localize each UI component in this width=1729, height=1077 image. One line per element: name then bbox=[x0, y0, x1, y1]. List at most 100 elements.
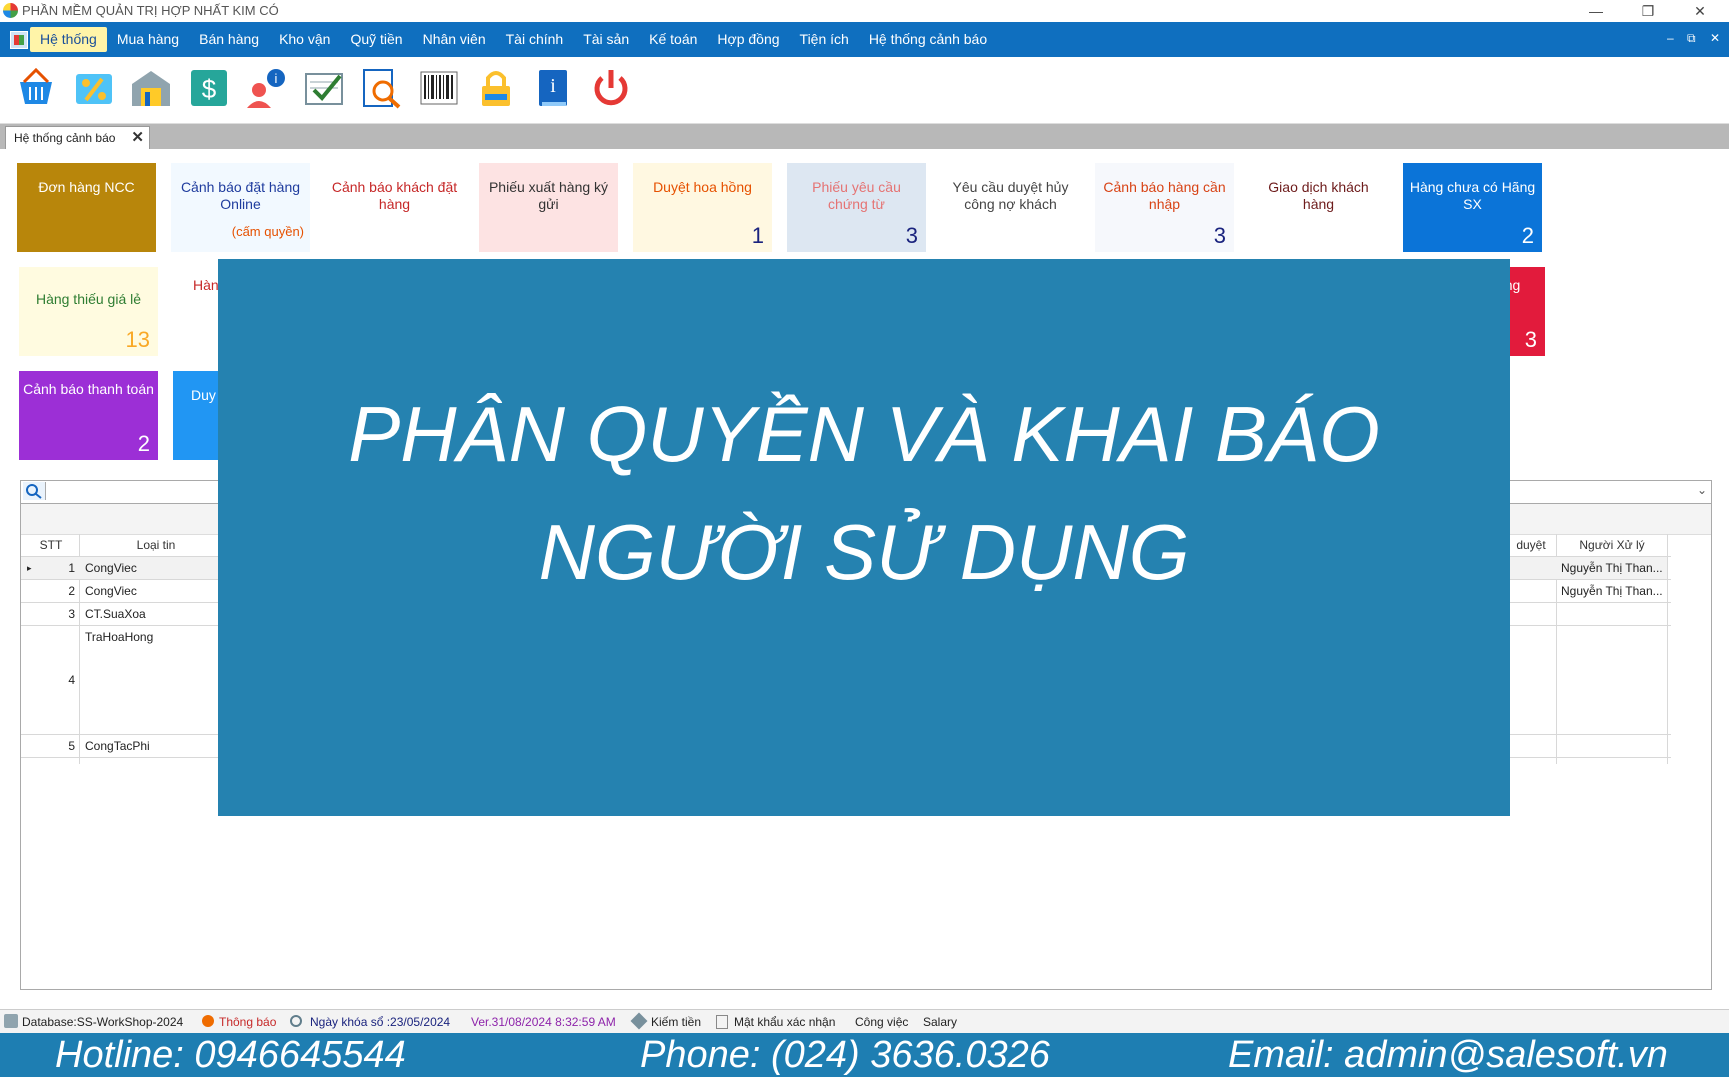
tile-note: (cấm quyền) bbox=[231, 224, 304, 239]
tile-canh-bao-khach-dat-hang[interactable]: Cảnh báo khách đặt hàng bbox=[325, 163, 464, 252]
menu-bar: Hệ thống Mua hàng Bán hàng Kho vận Quỹ t… bbox=[0, 22, 1729, 57]
column-header-stt[interactable]: STT bbox=[21, 534, 81, 556]
menu-ke-toan[interactable]: Kế toán bbox=[639, 22, 707, 57]
menu-nhan-vien[interactable]: Nhân viên bbox=[413, 22, 496, 57]
money-icon[interactable]: $ bbox=[187, 66, 231, 110]
lock-icon[interactable] bbox=[474, 66, 518, 110]
tile-label: Cảnh báo đặt hàng Online bbox=[180, 179, 301, 212]
tile-label: Phiếu xuất hàng ký gửi bbox=[488, 179, 609, 212]
toolbar: $ i i bbox=[0, 57, 1729, 124]
warehouse-icon[interactable] bbox=[129, 66, 173, 110]
info-book-icon[interactable]: i bbox=[531, 66, 575, 110]
menu-tai-chinh[interactable]: Tài chính bbox=[496, 22, 574, 57]
tile-label: Duyệt hoa hồng bbox=[653, 179, 752, 195]
tile-label: Phiếu yêu cầu chứng từ bbox=[812, 179, 901, 212]
cell-stt: 3 bbox=[68, 607, 75, 621]
search-icon bbox=[290, 1015, 302, 1027]
menu-tien-ich[interactable]: Tiện ích bbox=[790, 22, 859, 57]
column-header-loai-tin[interactable]: Loại tin bbox=[81, 534, 231, 556]
system-menu-icon[interactable] bbox=[10, 31, 28, 49]
column-header-duyet[interactable]: duyệt bbox=[1511, 534, 1551, 556]
tag-icon bbox=[630, 1012, 648, 1030]
window-title: PHẦN MỀM QUẢN TRỊ HỢP NHẤT KIM CÓ bbox=[22, 3, 279, 18]
cell-loai-tin: CongViec bbox=[85, 561, 137, 575]
tab-he-thong-canh-bao[interactable]: Hệ thống cảnh báo ✕ bbox=[5, 126, 150, 150]
tile-phieu-yeu-cau-chung-tu[interactable]: Phiếu yêu cầu chứng từ 3 bbox=[787, 163, 926, 252]
basket-icon[interactable] bbox=[14, 66, 58, 110]
menu-tai-san[interactable]: Tài sản bbox=[573, 22, 639, 57]
mdi-close-button[interactable]: ✕ bbox=[1710, 31, 1720, 45]
cell-loai-tin: CongTacPhi bbox=[85, 739, 150, 753]
tile-label: Cảnh báo thanh toán bbox=[23, 381, 154, 397]
tile-count: 3 bbox=[905, 223, 918, 248]
checklist-icon[interactable] bbox=[302, 66, 346, 110]
status-database: Database:SS-WorkShop-2024 bbox=[22, 1015, 184, 1029]
status-salary[interactable]: Salary bbox=[923, 1015, 957, 1029]
tile-label: Cảnh báo khách đặt hàng bbox=[331, 179, 458, 212]
app-logo-icon bbox=[3, 3, 18, 18]
tile-phieu-xuat-hang-ky-gui[interactable]: Phiếu xuất hàng ký gửi bbox=[479, 163, 618, 252]
search-doc-icon[interactable] bbox=[359, 66, 403, 110]
minimize-button[interactable]: — bbox=[1573, 0, 1619, 22]
tile-hang-chua-co-hang-sx[interactable]: Hàng chưa có Hãng SX 2 bbox=[1403, 163, 1542, 252]
menu-ban-hang[interactable]: Bán hàng bbox=[189, 22, 269, 57]
tab-strip: Hệ thống cảnh báo ✕ bbox=[0, 124, 1729, 150]
mdi-minimize-button[interactable]: – bbox=[1667, 31, 1674, 45]
user-info-icon[interactable]: i bbox=[244, 66, 288, 110]
close-button[interactable]: ✕ bbox=[1677, 0, 1723, 22]
footer-hotline: Hotline: 0946645544 bbox=[55, 1034, 406, 1076]
cell-loai-tin: CongViec bbox=[85, 584, 137, 598]
status-cong-viec[interactable]: Công việc bbox=[855, 1015, 908, 1029]
tile-count: 3 bbox=[1213, 223, 1226, 248]
power-icon[interactable] bbox=[589, 66, 633, 110]
tile-duyet-hoa-hong[interactable]: Duyệt hoa hồng 1 bbox=[633, 163, 772, 252]
tab-close-icon[interactable]: ✕ bbox=[131, 128, 144, 146]
overlay-title-line2: NGƯỜI SỬ DỤNG bbox=[538, 508, 1190, 596]
cell-nguoi-xu-ly: Nguyễn Thị Than... bbox=[1561, 584, 1663, 598]
search-icon[interactable] bbox=[23, 482, 46, 500]
column-divider bbox=[1667, 534, 1668, 764]
menu-mua-hang[interactable]: Mua hàng bbox=[107, 22, 189, 57]
tile-canh-bao-hang-can-nhap[interactable]: Cảnh báo hàng cần nhập 3 bbox=[1095, 163, 1234, 252]
tile-canh-bao-dat-hang-online[interactable]: Cảnh báo đặt hàng Online (cấm quyền) bbox=[171, 163, 310, 252]
tile-giao-dich-khach-hang[interactable]: Giao dịch khách hàng bbox=[1249, 163, 1388, 252]
status-kiem-tien[interactable]: Kiếm tiền bbox=[651, 1015, 701, 1029]
chevron-down-icon[interactable]: ⌄ bbox=[1697, 483, 1707, 497]
row-selector-icon: ▸ bbox=[27, 563, 32, 573]
cell-loai-tin: CT.SuaXoa bbox=[85, 607, 146, 621]
tile-hang-thieu-gia-le[interactable]: Hàng thiếu giá lẻ 13 bbox=[19, 267, 158, 356]
tile-count: 3 bbox=[1524, 327, 1537, 352]
status-thong-bao[interactable]: Thông báo bbox=[219, 1015, 276, 1029]
barcode-icon[interactable] bbox=[417, 66, 461, 110]
menu-kho-van[interactable]: Kho vận bbox=[269, 22, 340, 57]
tile-count: 1 bbox=[751, 223, 764, 248]
title-overlay: PHÂN QUYỀN VÀ KHAI BÁO NGƯỜI SỬ DỤNG bbox=[218, 259, 1510, 816]
status-mat-khau[interactable]: Mật khẩu xác nhận bbox=[734, 1015, 835, 1029]
menu-he-thong[interactable]: Hệ thống bbox=[30, 27, 107, 52]
tile-label: Đơn hàng NCC bbox=[38, 179, 135, 195]
percent-icon[interactable] bbox=[72, 66, 116, 110]
cell-stt: 5 bbox=[68, 739, 75, 753]
cell-stt: 2 bbox=[68, 584, 75, 598]
restore-button[interactable]: ❐ bbox=[1625, 0, 1671, 22]
menu-hop-dong[interactable]: Hợp đồng bbox=[707, 22, 789, 57]
tile-label: Cảnh báo hàng cần nhập bbox=[1103, 179, 1226, 212]
notification-icon bbox=[202, 1015, 214, 1027]
footer-email: Email: admin@salesoft.vn bbox=[1228, 1034, 1668, 1076]
tile-don-hang-ncc[interactable]: Đơn hàng NCC bbox=[17, 163, 156, 252]
menu-he-thong-canh-bao[interactable]: Hệ thống cảnh báo bbox=[859, 22, 997, 57]
tile-count: 2 bbox=[137, 431, 150, 456]
svg-text:$: $ bbox=[202, 74, 217, 104]
mdi-restore-button[interactable]: ⧉ bbox=[1687, 31, 1696, 46]
cell-stt: 4 bbox=[68, 673, 75, 687]
svg-text:i: i bbox=[550, 75, 556, 97]
column-header-nguoi-xu-ly[interactable]: Người Xử lý bbox=[1557, 534, 1667, 556]
footer-phone: Phone: (024) 3636.0326 bbox=[640, 1034, 1050, 1076]
database-icon bbox=[4, 1014, 18, 1028]
menu-quy-tien[interactable]: Quỹ tiền bbox=[340, 22, 412, 57]
cell-nguoi-xu-ly: Nguyễn Thị Than... bbox=[1561, 561, 1663, 575]
tile-count: 13 bbox=[125, 327, 150, 352]
tile-yeu-cau-duyet-huy-cong-no[interactable]: Yêu cầu duyệt hủy công nợ khách bbox=[941, 163, 1080, 252]
tile-canh-bao-thanh-toan[interactable]: Cảnh báo thanh toán 2 bbox=[19, 371, 158, 460]
cell-stt: 1 bbox=[68, 561, 75, 575]
